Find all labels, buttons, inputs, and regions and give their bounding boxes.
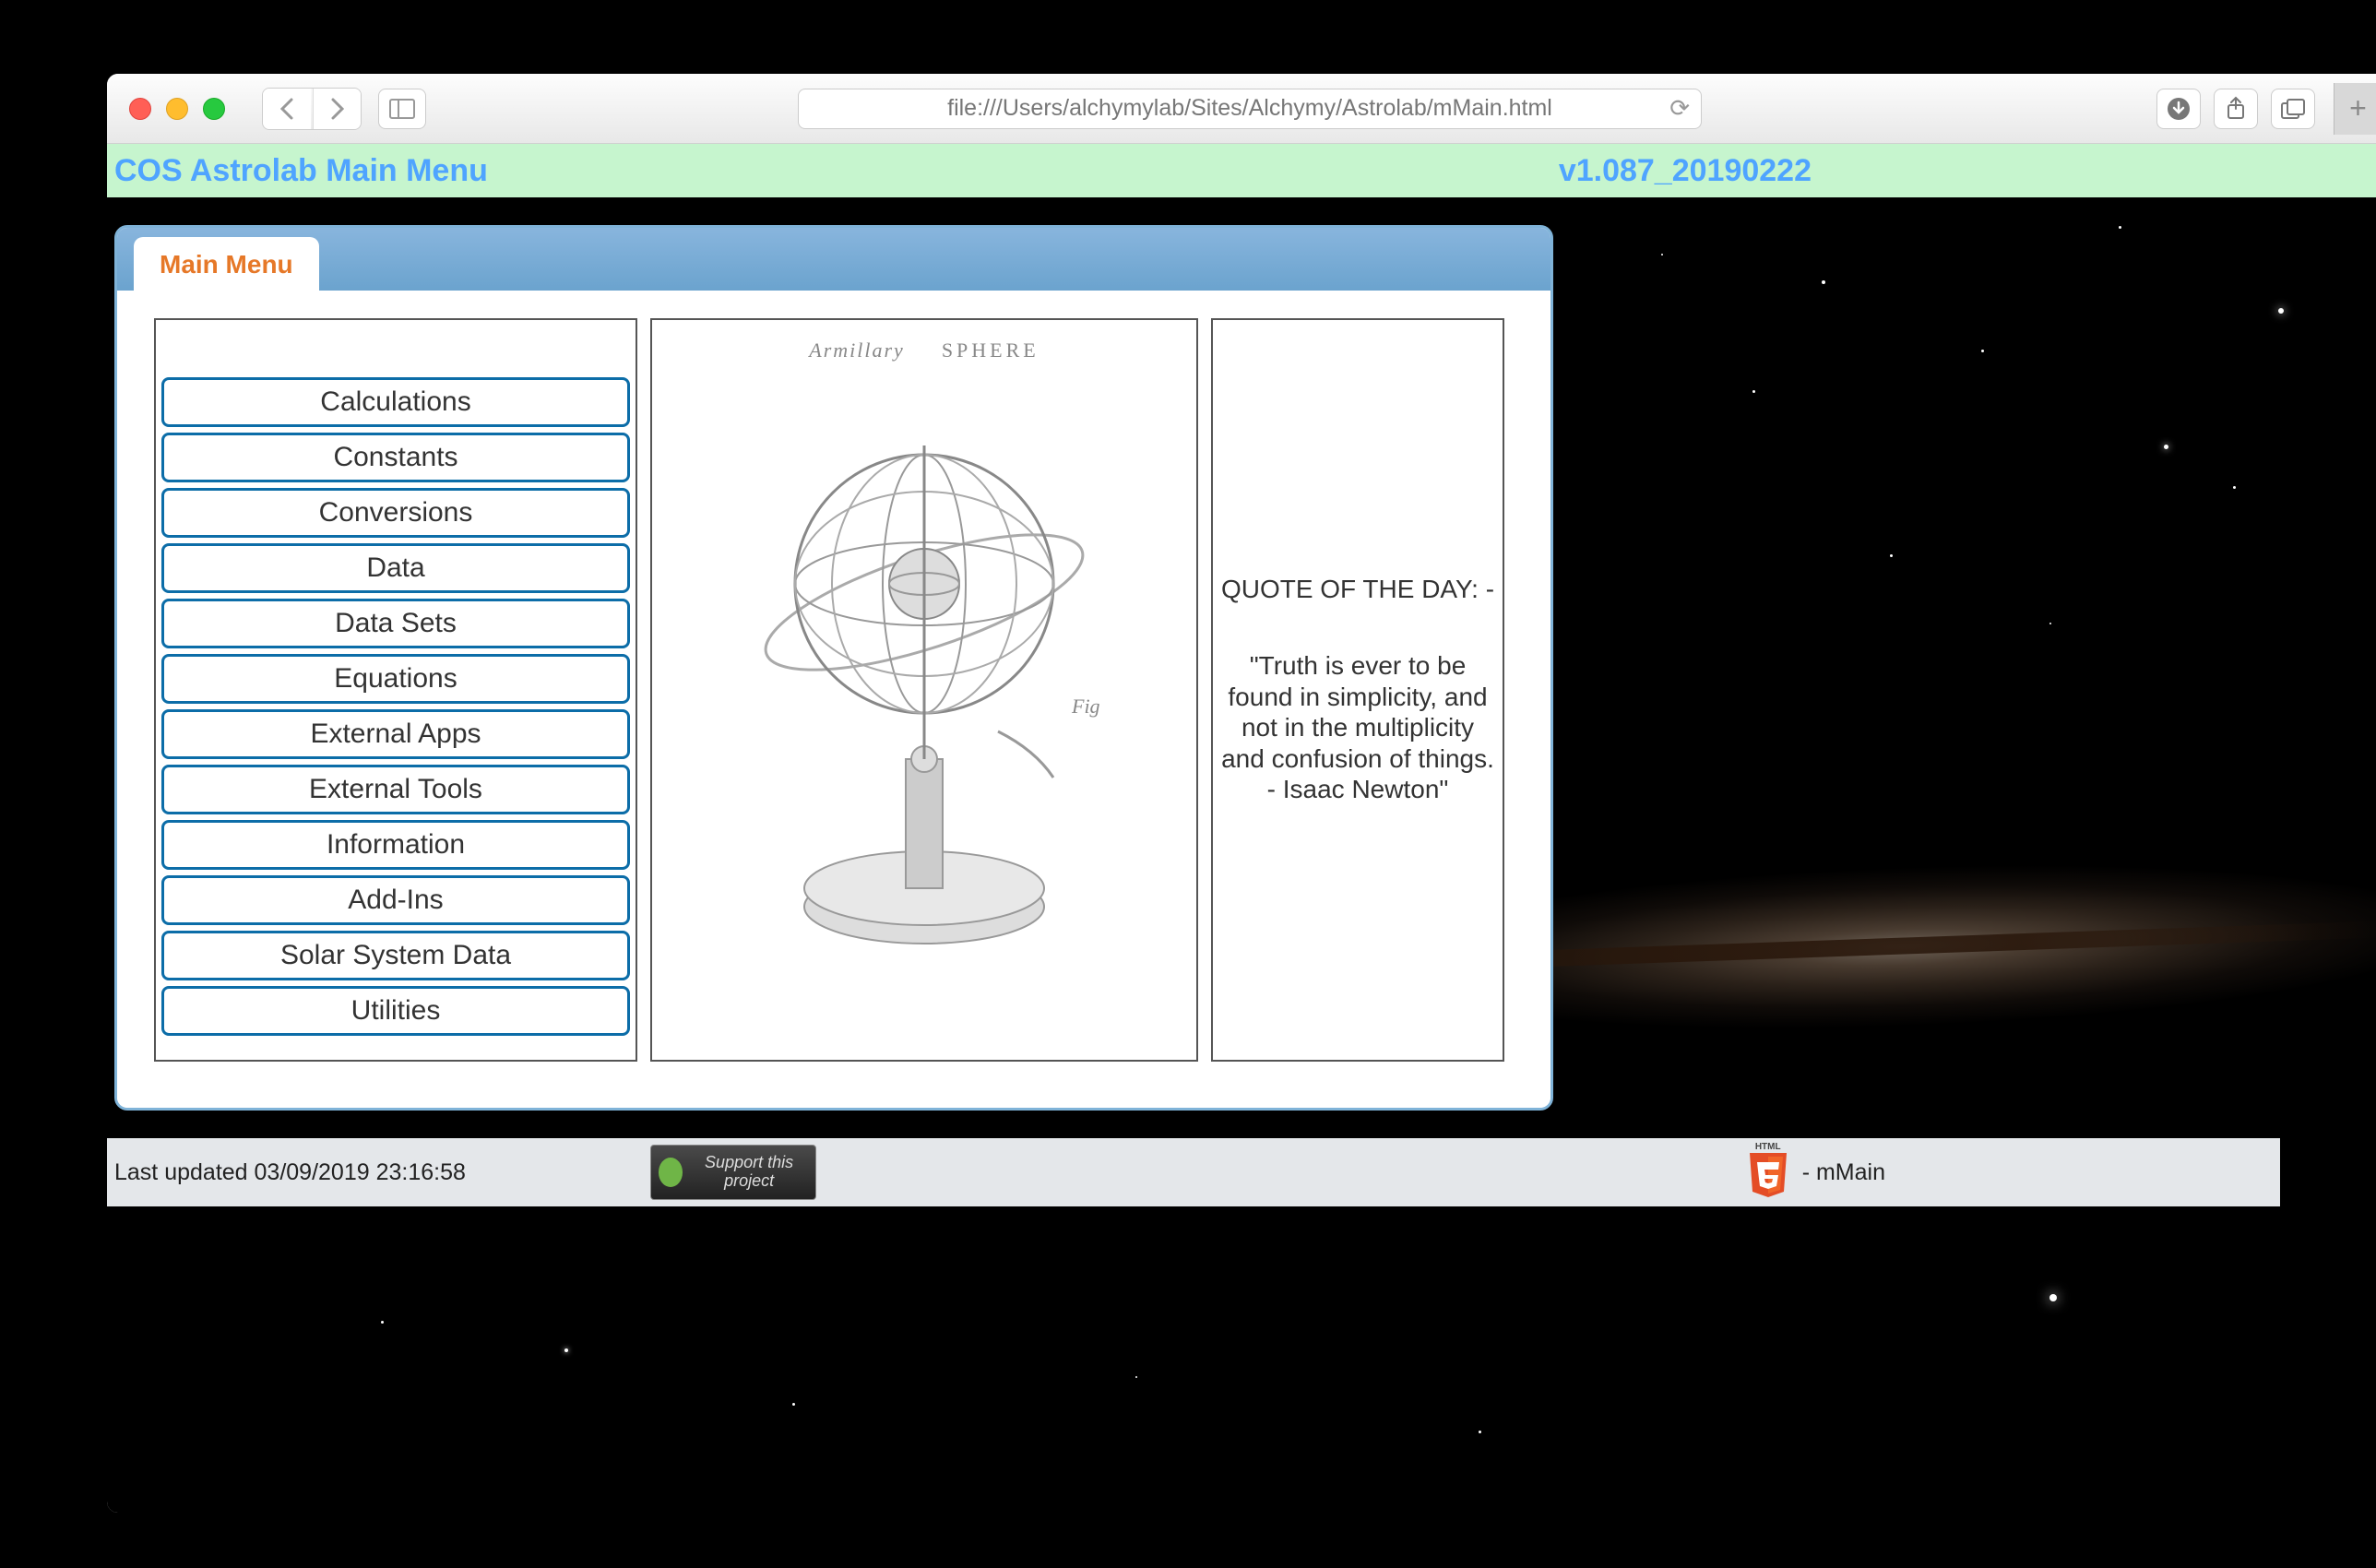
quote-column: QUOTE OF THE DAY: - "Truth is ever to be…	[1211, 318, 1504, 1062]
support-text: Support this project	[690, 1154, 808, 1191]
browser-window: file:///Users/alchymylab/Sites/Alchymy/A…	[107, 74, 2376, 1513]
page-content: COS Astrolab Main Menu v1.087_20190222 M…	[107, 144, 2376, 1513]
reload-icon[interactable]: ⟳	[1669, 94, 1690, 123]
menu-equations[interactable]: Equations	[161, 654, 630, 704]
menu-information[interactable]: Information	[161, 820, 630, 870]
illustration-column: Armillary SPHERE	[650, 318, 1198, 1062]
maximize-window-button[interactable]	[203, 98, 225, 120]
menu-solar-system-data[interactable]: Solar System Data	[161, 931, 630, 980]
back-button[interactable]	[263, 89, 311, 129]
address-bar[interactable]: file:///Users/alchymylab/Sites/Alchymy/A…	[798, 89, 1702, 129]
armillary-sphere-icon: Fig	[684, 372, 1164, 999]
html5-badge-area: HTML - mMain	[1745, 1146, 1885, 1199]
menu-external-apps[interactable]: External Apps	[161, 709, 630, 759]
footer-bar: Last updated 03/09/2019 23:16:58 Support…	[107, 1138, 2280, 1206]
menu-calculations[interactable]: Calculations	[161, 377, 630, 427]
illustration-label: Armillary SPHERE	[809, 339, 1039, 362]
menu-data-sets[interactable]: Data Sets	[161, 599, 630, 648]
panel-body: Calculations Constants Conversions Data …	[117, 291, 1550, 1108]
last-updated-label: Last updated 03/09/2019 23:16:58	[114, 1159, 466, 1186]
share-button[interactable]	[2214, 89, 2258, 129]
illustration-label-left: Armillary	[809, 339, 905, 362]
quote-heading: QUOTE OF THE DAY: -	[1220, 575, 1495, 604]
menu-column: Calculations Constants Conversions Data …	[154, 318, 637, 1062]
tab-bar: Main Menu	[117, 228, 1550, 291]
menu-add-ins[interactable]: Add-Ins	[161, 875, 630, 925]
gear-icon	[659, 1158, 683, 1187]
illustration-label-right: SPHERE	[942, 339, 1040, 362]
menu-external-tools[interactable]: External Tools	[161, 765, 630, 814]
nav-button-group	[262, 88, 362, 130]
tabs-button[interactable]	[2271, 89, 2315, 129]
menu-conversions[interactable]: Conversions	[161, 488, 630, 538]
forward-button[interactable]	[313, 89, 361, 129]
main-panel: Main Menu Calculations Constants Convers…	[114, 225, 1553, 1111]
new-tab-button[interactable]: +	[2334, 83, 2376, 135]
url-text: file:///Users/alchymylab/Sites/Alchymy/A…	[947, 95, 1552, 122]
browser-titlebar: file:///Users/alchymylab/Sites/Alchymy/A…	[107, 74, 2376, 144]
tab-main-menu[interactable]: Main Menu	[134, 237, 319, 291]
svg-text:Fig: Fig	[1071, 695, 1100, 718]
minimize-window-button[interactable]	[166, 98, 188, 120]
page-title: COS Astrolab Main Menu	[114, 153, 488, 189]
window-controls	[129, 98, 225, 120]
version-label: v1.087_20190222	[1559, 153, 1812, 189]
quote-text: "Truth is ever to be found in simplicity…	[1220, 650, 1495, 805]
menu-data[interactable]: Data	[161, 543, 630, 593]
close-window-button[interactable]	[129, 98, 151, 120]
support-project-button[interactable]: Support this project	[650, 1145, 816, 1200]
page-name-label: - mMain	[1802, 1159, 1885, 1186]
sidebar-toggle-button[interactable]	[378, 89, 426, 129]
html5-icon: HTML	[1745, 1146, 1791, 1199]
menu-utilities[interactable]: Utilities	[161, 986, 630, 1036]
menu-constants[interactable]: Constants	[161, 433, 630, 482]
page-header: COS Astrolab Main Menu v1.087_20190222	[107, 144, 2376, 197]
downloads-button[interactable]	[2156, 89, 2201, 129]
